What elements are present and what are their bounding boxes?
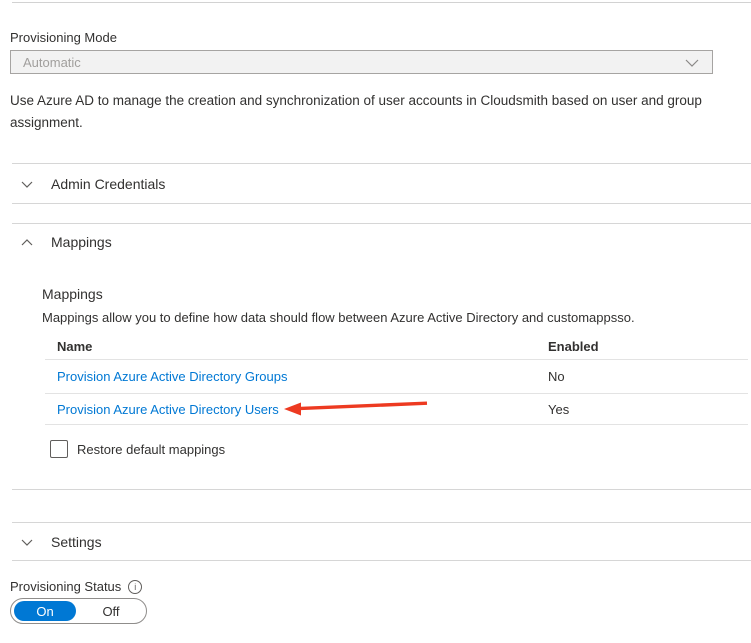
- mappings-table: Name Enabled Provision Azure Active Dire…: [45, 333, 748, 425]
- enabled-value: No: [536, 369, 748, 384]
- toggle-off-button[interactable]: Off: [76, 604, 146, 619]
- table-row: Provision Azure Active Directory Groups …: [45, 360, 748, 394]
- mappings-heading: Mappings: [42, 286, 103, 302]
- chevron-up-icon: [20, 236, 34, 248]
- enabled-value: Yes: [536, 402, 748, 417]
- top-divider: [12, 2, 751, 3]
- table-header-row: Name Enabled: [45, 333, 748, 360]
- section-admin-credentials[interactable]: Admin Credentials: [20, 174, 165, 194]
- chevron-down-icon: [684, 56, 700, 70]
- section-admin-credentials-label: Admin Credentials: [51, 176, 165, 192]
- restore-mappings-checkbox[interactable]: [50, 440, 68, 458]
- mappings-description: Mappings allow you to define how data sh…: [42, 310, 635, 325]
- provision-users-link[interactable]: Provision Azure Active Directory Users: [57, 402, 279, 417]
- info-icon[interactable]: i: [128, 580, 142, 594]
- restore-mappings-row: Restore default mappings: [50, 440, 225, 458]
- column-header-name: Name: [45, 339, 536, 354]
- column-header-enabled: Enabled: [536, 339, 748, 354]
- divider: [12, 203, 751, 204]
- provisioning-status-toggle: On Off: [10, 598, 147, 624]
- provisioning-description: Use Azure AD to manage the creation and …: [10, 90, 702, 134]
- provisioning-status-label: Provisioning Status: [10, 579, 121, 594]
- toggle-on-button[interactable]: On: [14, 601, 76, 621]
- chevron-down-icon: [20, 178, 34, 190]
- provisioning-status-row: Provisioning Status i: [10, 579, 142, 594]
- divider: [12, 560, 751, 561]
- chevron-down-icon: [20, 536, 34, 548]
- divider: [12, 163, 751, 164]
- section-settings[interactable]: Settings: [20, 532, 102, 552]
- restore-mappings-label: Restore default mappings: [77, 442, 225, 457]
- provisioning-mode-label: Provisioning Mode: [10, 30, 117, 45]
- provision-groups-link[interactable]: Provision Azure Active Directory Groups: [57, 369, 287, 384]
- provisioning-mode-value: Automatic: [23, 55, 81, 70]
- section-mappings-label: Mappings: [51, 234, 112, 250]
- divider: [12, 522, 751, 523]
- table-row: Provision Azure Active Directory Users Y…: [45, 394, 748, 425]
- section-mappings[interactable]: Mappings: [20, 232, 112, 252]
- divider: [12, 489, 751, 490]
- provisioning-panel: Provisioning Mode Automatic Use Azure AD…: [0, 0, 751, 643]
- section-settings-label: Settings: [51, 534, 102, 550]
- provisioning-mode-dropdown[interactable]: Automatic: [10, 50, 713, 74]
- divider: [12, 223, 751, 224]
